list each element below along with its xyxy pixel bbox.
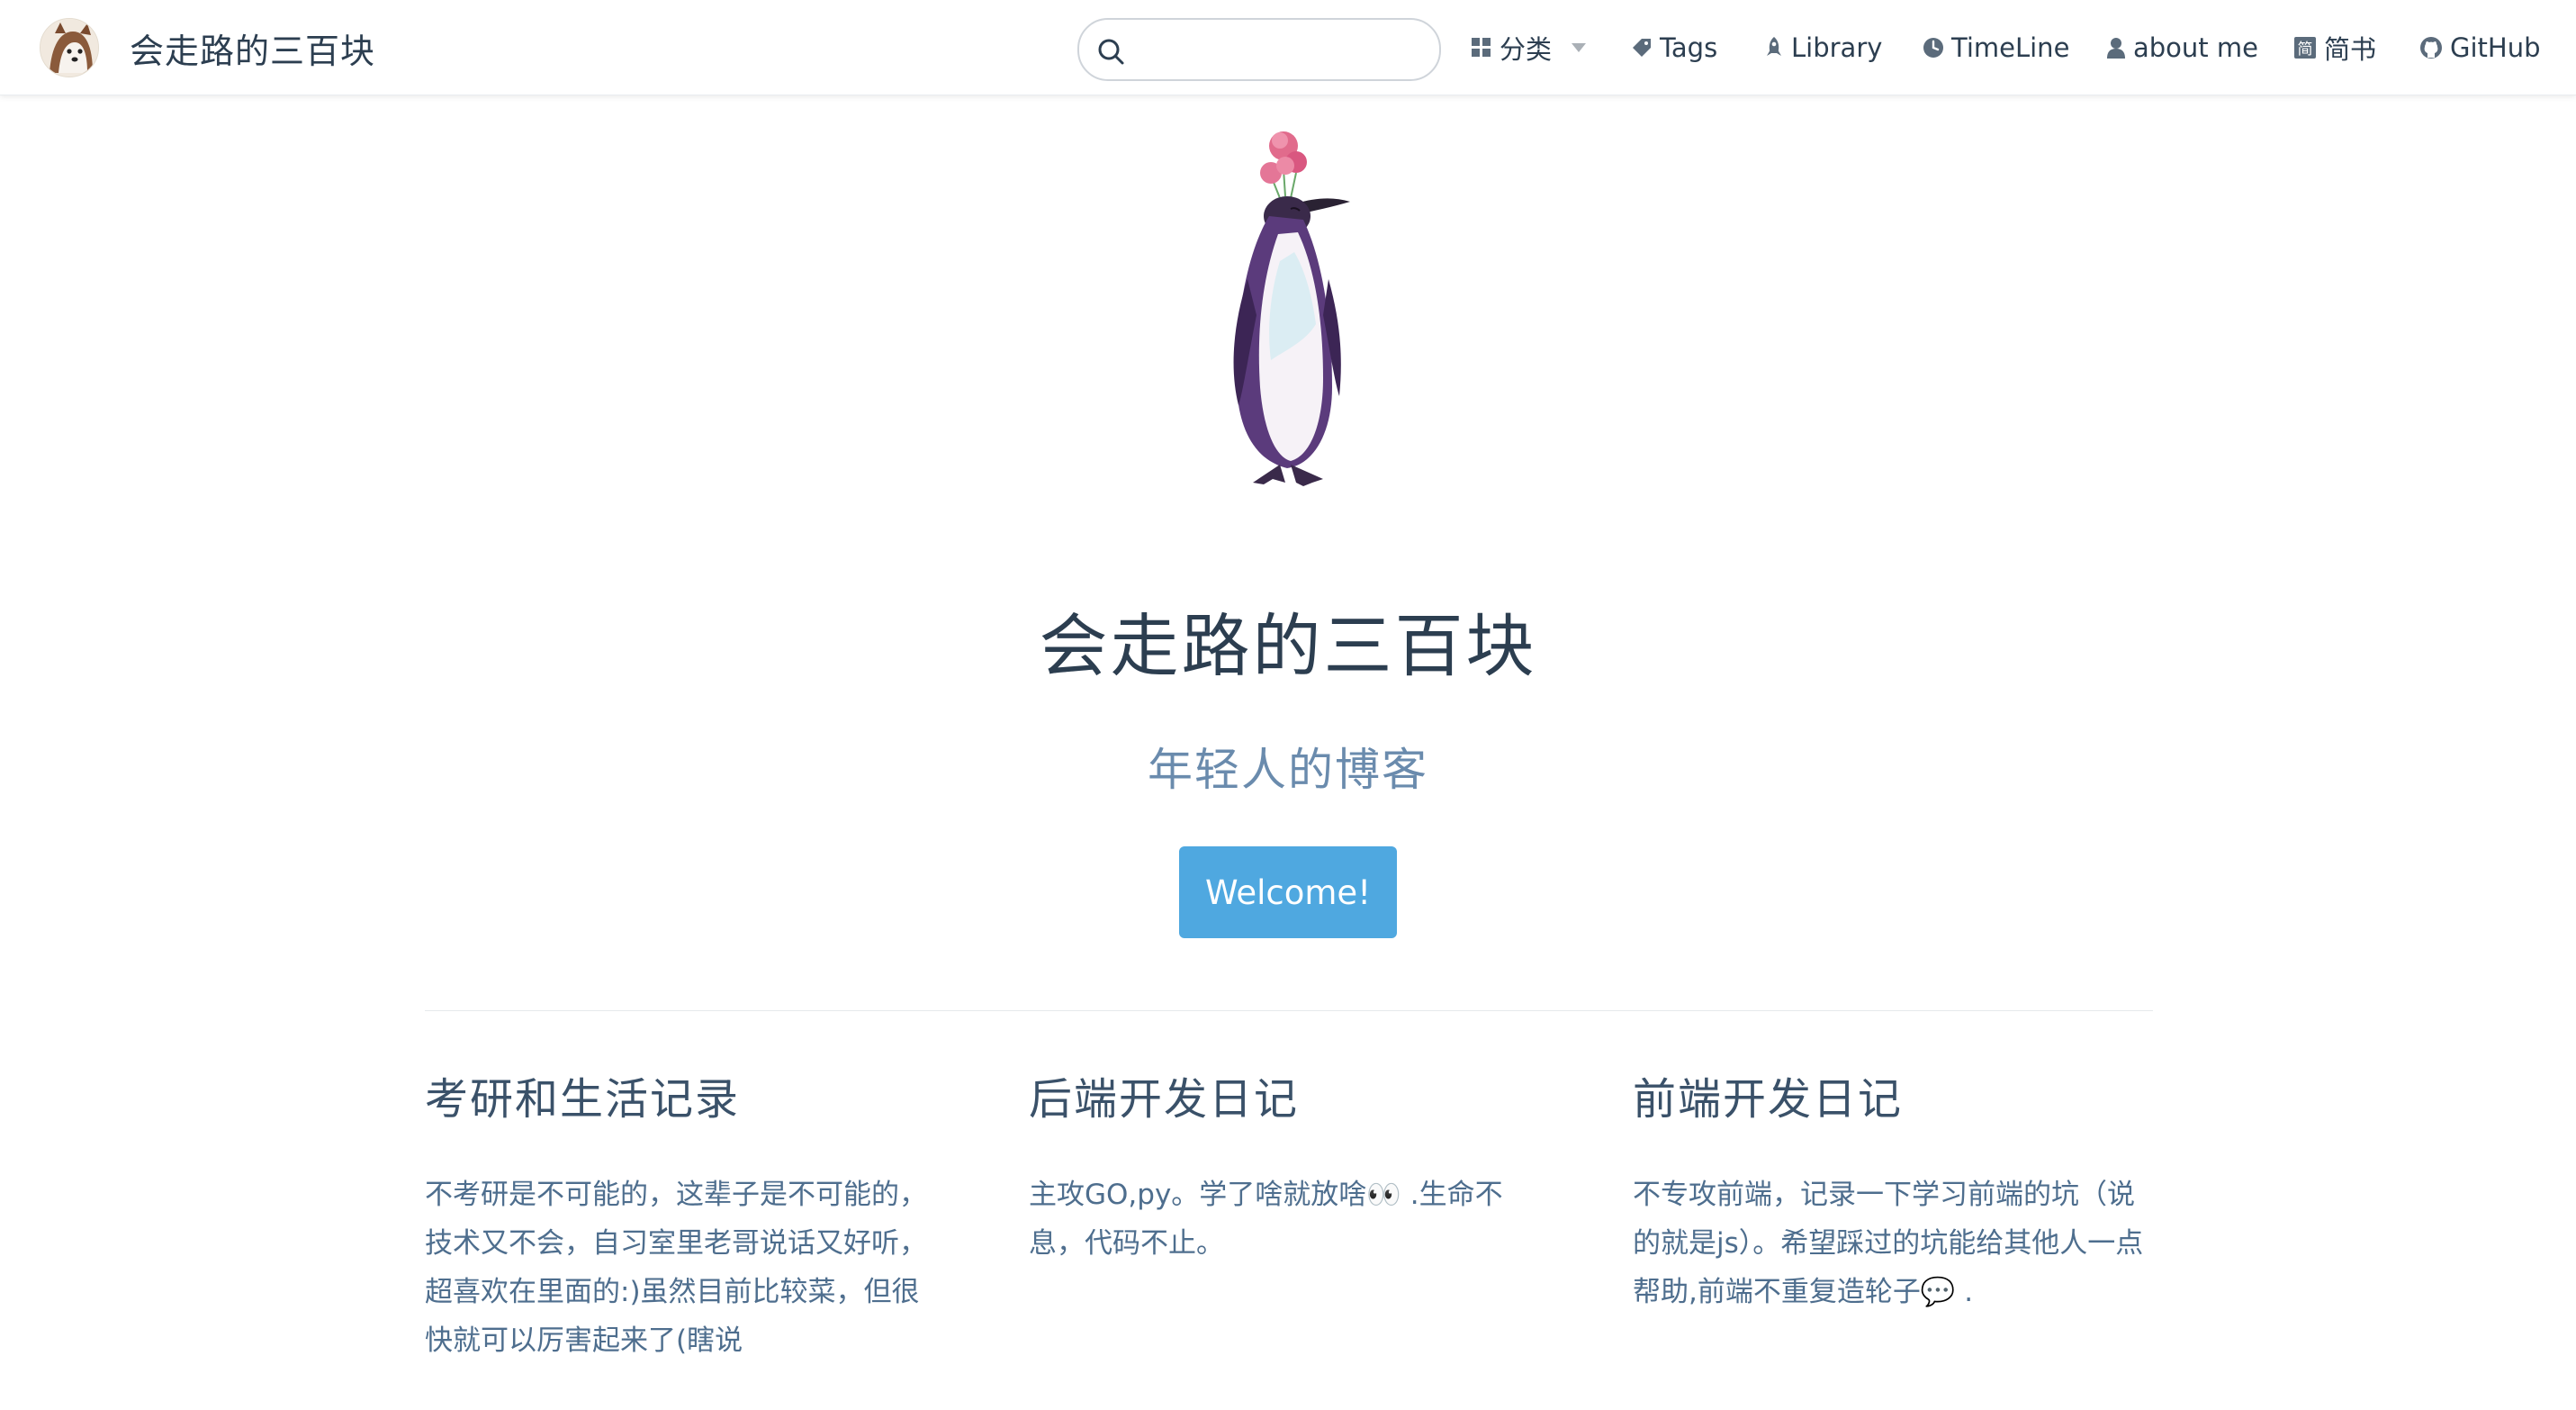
chevron-down-icon xyxy=(1572,43,1587,52)
nav-item-label: Tags xyxy=(1660,32,1718,63)
feature-body: 主攻GO,py。学了啥就放啥👀 .生命不息，代码不止。 xyxy=(1029,1178,1503,1260)
search-input[interactable] xyxy=(1139,29,1427,72)
feature-title: 前端开发日记 xyxy=(1633,1074,1904,1125)
user-icon xyxy=(2107,38,2125,59)
nav-item-label: Library xyxy=(1791,32,1883,63)
nav-item-timeline[interactable]: TimeLine xyxy=(1923,23,2069,72)
feature-body: 不考研是不可能的，这辈子是不可能的，技术又不会，自习室里老哥说话又好听，超喜欢在… xyxy=(425,1178,927,1357)
welcome-button[interactable]: Welcome! xyxy=(1179,846,1397,938)
feature-card-study: 考研和生活记录 不考研是不可能的，这辈子是不可能的，技术又不会，自习室里老哥说话… xyxy=(425,1076,947,1365)
tag-icon xyxy=(1633,39,1651,57)
feature-body: 不专攻前端，记录一下学习前端的坑（说的就是js）。希望踩过的坑能给其他人一点帮助… xyxy=(1633,1178,2144,1308)
nav-item-about[interactable]: about me xyxy=(2106,23,2258,72)
grid-icon xyxy=(1472,38,1491,57)
feature-card-frontend: 前端开发日记 不专攻前端，记录一下学习前端的坑（说的就是js）。希望踩过的坑能给… xyxy=(1633,1076,2155,1316)
rocket-icon xyxy=(1767,37,1781,56)
penguin-illustration xyxy=(1233,131,1350,486)
nav-item-label: 分类 xyxy=(1500,34,1553,65)
nav-item-category[interactable]: 分类 xyxy=(1471,23,1587,72)
nav-item-label: 简书 xyxy=(2324,34,2377,65)
search-icon xyxy=(1098,39,1124,65)
clock-icon xyxy=(1923,38,1943,58)
nav-item-label: GitHub xyxy=(2450,32,2541,63)
nav-item-jianshu[interactable]: 简 简书 xyxy=(2293,23,2376,72)
nav-item-label: about me xyxy=(2133,32,2258,63)
jianshu-icon: 简 xyxy=(2294,37,2316,59)
site-title: 会走路的三百块 xyxy=(130,31,376,71)
svg-text:简: 简 xyxy=(2298,41,2313,59)
feature-card-backend: 后端开发日记 主攻GO,py。学了啥就放啥👀 .生命不息，代码不止。 xyxy=(1029,1076,1533,1268)
hero-image xyxy=(1197,126,1395,495)
navbar: 会走路的三百块 分类 Tags Library TimeLine about m… xyxy=(0,0,2576,95)
search-box[interactable] xyxy=(1077,18,1441,81)
divider xyxy=(425,1010,2153,1011)
nav-item-library[interactable]: Library xyxy=(1764,23,1882,72)
github-icon xyxy=(2420,37,2442,59)
hero-subtitle: 年轻人的博客 xyxy=(1148,744,1428,796)
nav-item-label: TimeLine xyxy=(1951,32,2070,63)
hero-title: 会走路的三百块 xyxy=(1039,606,1537,686)
feature-title: 后端开发日记 xyxy=(1029,1074,1300,1125)
site-brand[interactable]: 会走路的三百块 xyxy=(40,16,375,79)
nav-item-tags[interactable]: Tags xyxy=(1631,23,1717,72)
avatar xyxy=(40,18,99,77)
nav-links: 分类 Tags Library TimeLine about me 简 简书 G… xyxy=(1467,23,2541,72)
nav-item-github[interactable]: GitHub xyxy=(2419,23,2541,72)
feature-title: 考研和生活记录 xyxy=(425,1074,741,1125)
